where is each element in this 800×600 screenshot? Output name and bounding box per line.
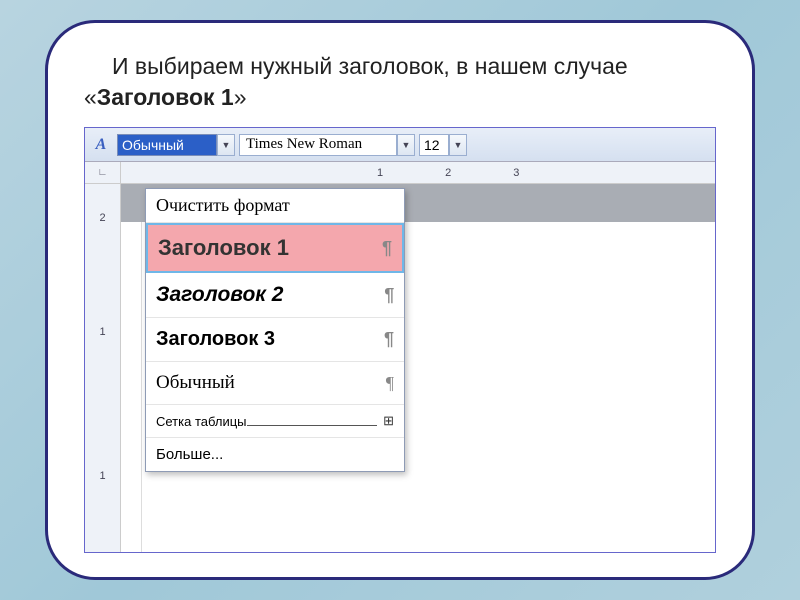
instruction-text: И выбираем нужный заголовок, в нашем слу… (84, 51, 716, 113)
chevron-down-icon: ▼ (454, 140, 463, 150)
pilcrow-icon: ¶ (384, 329, 394, 350)
menu-heading-1[interactable]: Заголовок 1 ¶ (146, 223, 404, 273)
menu-clear-format[interactable]: Очистить формат (146, 189, 404, 223)
menu-label: Очистить формат (156, 195, 290, 216)
styles-icon[interactable]: A (89, 133, 113, 157)
menu-label: Заголовок 1 (158, 235, 289, 261)
slide-card: И выбираем нужный заголовок, в нашем слу… (45, 20, 755, 580)
vertical-ruler: 2 1 1 (85, 184, 121, 552)
menu-heading-3[interactable]: Заголовок 3 ¶ (146, 318, 404, 362)
font-dropdown-button[interactable]: ▼ (397, 134, 415, 156)
word-screenshot: A Обычный ▼ Times New Roman ▼ 12 ▼ ∟ 1 2… (84, 127, 716, 553)
ruler-mark: 1 (99, 470, 105, 482)
menu-label: Заголовок 2 (156, 283, 283, 307)
menu-label: Заголовок 3 (156, 328, 275, 351)
style-dropdown-button[interactable]: ▼ (217, 134, 235, 156)
menu-normal[interactable]: Обычный ¶ (146, 362, 404, 405)
style-dropdown-menu: Очистить формат Заголовок 1 ¶ Заголовок … (145, 188, 405, 472)
instruction-suffix: » (234, 84, 247, 110)
pilcrow-icon: ¶ (386, 373, 394, 394)
ruler-mark: 2 (445, 167, 459, 179)
chevron-down-icon: ▼ (402, 140, 411, 150)
horizontal-ruler: 1 2 3 (121, 162, 715, 184)
style-selector[interactable]: Обычный ▼ (117, 133, 235, 157)
grid-icon: ⊞ (383, 413, 394, 429)
ruler-mark: 3 (513, 167, 527, 179)
size-dropdown-button[interactable]: ▼ (449, 134, 467, 156)
pilcrow-icon: ¶ (384, 285, 394, 306)
style-input[interactable]: Обычный (117, 134, 217, 156)
ruler-corner: ∟ (85, 162, 121, 184)
menu-label: Сетка таблицы (156, 414, 247, 429)
menu-label: Обычный (156, 372, 235, 394)
formatting-toolbar: A Обычный ▼ Times New Roman ▼ 12 ▼ (85, 128, 715, 162)
chevron-down-icon: ▼ (222, 140, 231, 150)
pilcrow-icon: ¶ (382, 238, 392, 259)
size-selector[interactable]: 12 ▼ (419, 134, 467, 156)
font-input[interactable]: Times New Roman (239, 134, 397, 156)
font-selector[interactable]: Times New Roman ▼ (239, 134, 415, 156)
menu-label: Больше... (156, 446, 223, 463)
menu-heading-2[interactable]: Заголовок 2 ¶ (146, 273, 404, 318)
size-input[interactable]: 12 (419, 134, 449, 156)
menu-more[interactable]: Больше... (146, 438, 404, 471)
ruler-mark: 1 (99, 326, 105, 338)
ruler-mark: 2 (99, 212, 105, 224)
instruction-bold: Заголовок 1 (97, 84, 234, 110)
menu-table-grid[interactable]: Сетка таблицы ⊞ (146, 405, 404, 438)
ruler-mark: 1 (377, 167, 391, 179)
